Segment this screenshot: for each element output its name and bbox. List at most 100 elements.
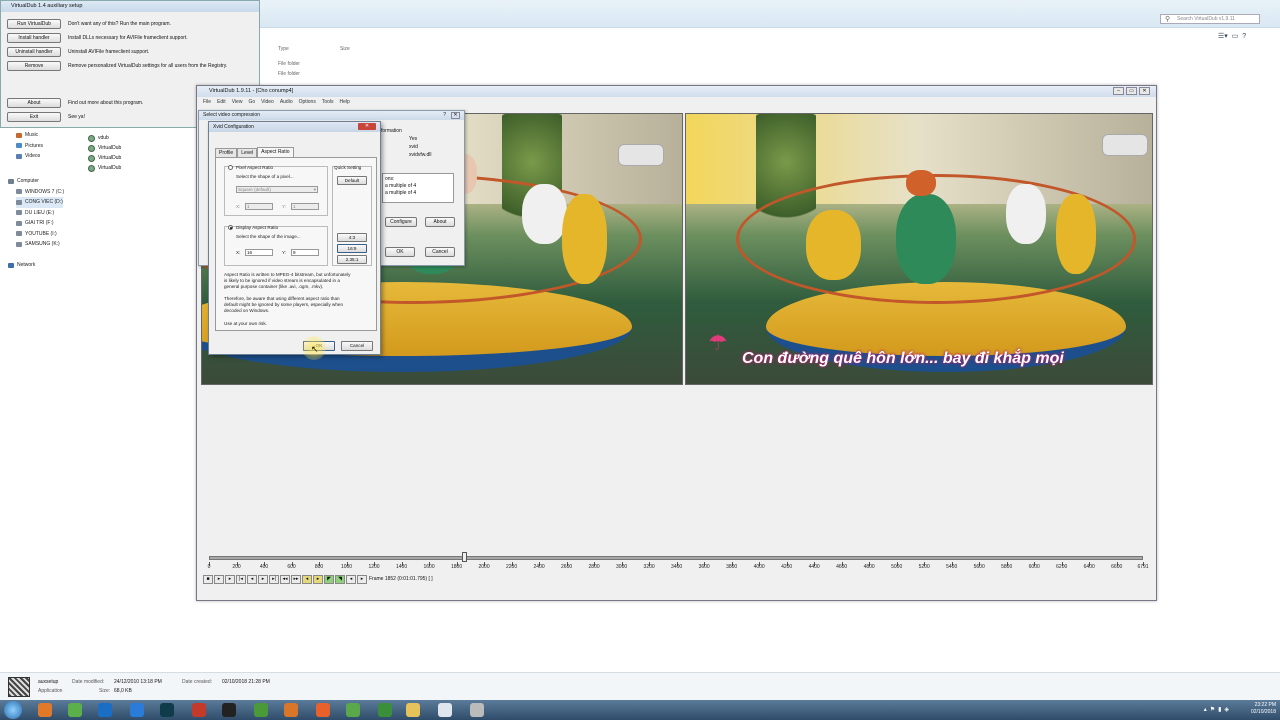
virtualdub-icon[interactable] <box>470 703 484 717</box>
next-key-icon[interactable]: ▸▸ <box>291 575 301 584</box>
view-options[interactable]: ☰▾ ▭ ? <box>1218 32 1278 42</box>
ar-4-3-button[interactable]: 4:3 <box>337 233 367 242</box>
aux-button[interactable]: About <box>7 97 61 108</box>
tab-profile[interactable]: Profile <box>215 148 238 157</box>
end-icon[interactable]: ▸| <box>269 575 279 584</box>
media-icon[interactable] <box>192 703 206 717</box>
play-input-icon[interactable]: ▸ <box>214 575 224 584</box>
help-icon[interactable]: ? <box>443 112 446 118</box>
ar-16-9-button[interactable]: 16:9 <box>337 244 367 253</box>
nav-item[interactable]: Music <box>16 130 38 141</box>
column-size-header[interactable]: Size <box>340 46 350 52</box>
nav-item[interactable]: Videos <box>16 151 40 162</box>
scene-forward-icon[interactable]: ▸ <box>313 575 323 584</box>
xvid-cancel-button[interactable]: Cancel <box>341 341 373 351</box>
nav-item-icon <box>8 262 14 268</box>
folder-icon[interactable] <box>406 703 420 717</box>
prev-key-icon[interactable]: ◂◂ <box>280 575 290 584</box>
menu-item[interactable]: Audio <box>280 99 293 105</box>
menu-item[interactable]: View <box>232 99 243 105</box>
display-ar-radio[interactable] <box>228 225 233 230</box>
nav-item[interactable]: Network <box>8 260 35 271</box>
explorer-search-input[interactable]: ⚲ Search VirtualDub v1.9.11 <box>1160 14 1260 24</box>
nav-item[interactable]: Pictures <box>16 141 43 152</box>
view-menu-icon[interactable]: ☰▾ <box>1218 33 1228 40</box>
list-item[interactable]: VirtualDub <box>88 153 121 163</box>
menu-item[interactable]: Tools <box>322 99 334 105</box>
camtasia-icon[interactable] <box>254 703 268 717</box>
start-icon[interactable]: |◂ <box>236 575 246 584</box>
svc-cancel-button[interactable]: Cancel <box>425 247 455 257</box>
maximize-button[interactable]: ▭ <box>1126 87 1137 95</box>
mark-in-icon[interactable]: ◤ <box>324 575 334 584</box>
pixel-shape-select[interactable]: Square (default) ▾ <box>236 186 318 193</box>
close-button[interactable]: ✕ <box>1139 87 1150 95</box>
scene-back-icon[interactable]: ◂ <box>302 575 312 584</box>
audition-icon[interactable] <box>160 703 174 717</box>
tool-icon[interactable] <box>284 703 298 717</box>
menu-item[interactable]: Options <box>299 99 316 105</box>
default-button[interactable]: Default <box>337 176 367 185</box>
mark-out-icon[interactable]: ◥ <box>335 575 345 584</box>
menu-item[interactable]: Edit <box>217 99 226 105</box>
clock[interactable]: 23:22 PM 02/10/2018 <box>1251 702 1276 716</box>
nudge-left-icon[interactable]: ◂ <box>346 575 356 584</box>
tab-aspect-ratio[interactable]: Aspect Ratio <box>257 147 294 157</box>
help-icon[interactable]: ? <box>1242 33 1246 40</box>
evernote-icon[interactable] <box>346 703 360 717</box>
preview-pane-icon[interactable]: ▭ <box>1232 33 1239 40</box>
next-frame-icon[interactable]: ▸ <box>258 575 268 584</box>
column-type-header[interactable]: Type <box>278 46 289 52</box>
configure-button[interactable]: Configure <box>385 217 417 227</box>
window-icon[interactable] <box>438 703 452 717</box>
utorrent-icon[interactable] <box>68 703 82 717</box>
minimize-button[interactable]: – <box>1113 87 1124 95</box>
nav-item[interactable]: GIAI TRI (F:) <box>16 218 54 229</box>
aux-button[interactable]: Run VirtualDub <box>7 18 61 29</box>
ar-2-35-1-button[interactable]: 2.35:1 <box>337 255 367 264</box>
aux-button[interactable]: Remove <box>7 60 61 71</box>
teamviewer-icon[interactable] <box>98 703 112 717</box>
nav-item[interactable]: WINDOWS 7 (C:) <box>16 187 64 198</box>
list-item[interactable]: VirtualDub <box>88 143 121 153</box>
nav-item[interactable]: DU LIEU (E:) <box>16 208 54 219</box>
aux-button[interactable]: Exit <box>7 111 61 122</box>
file-name: VirtualDub <box>98 165 122 171</box>
record-icon[interactable] <box>222 703 236 717</box>
paint-icon[interactable] <box>38 703 52 717</box>
tray-icons[interactable]: ▴⚑▮◈ <box>1204 706 1232 713</box>
pixel-ar-radio[interactable] <box>228 165 233 170</box>
timeline-track[interactable] <box>209 556 1143 560</box>
list-item[interactable]: VirtualDub <box>88 163 121 173</box>
svc-close-button[interactable]: ✕ <box>451 112 460 119</box>
stop-icon[interactable]: ■ <box>203 575 213 584</box>
about-button[interactable]: About <box>425 217 455 227</box>
aux-button[interactable]: Install handler <box>7 32 61 43</box>
play-output-icon[interactable]: ▸ <box>225 575 235 584</box>
svc-ok-button[interactable]: OK <box>385 247 415 257</box>
nav-item[interactable]: Computer <box>8 176 39 187</box>
pixel-y-input[interactable]: 1 <box>291 203 319 210</box>
details-size-label: Size: <box>99 688 111 694</box>
app-blue-icon[interactable] <box>130 703 144 717</box>
tab-level[interactable]: Level <box>237 148 258 157</box>
list-item[interactable]: vdub <box>88 133 121 143</box>
nav-item[interactable]: CONG VIEC (D:) <box>16 197 63 208</box>
display-y-input[interactable]: 9 <box>291 249 319 256</box>
pixel-x-input[interactable]: 1 <box>245 203 273 210</box>
menu-item[interactable]: Go <box>248 99 255 105</box>
display-x-input[interactable]: 16 <box>245 249 273 256</box>
nav-item[interactable]: SAMSUNG (K:) <box>16 239 60 250</box>
timeline-thumb[interactable] <box>461 552 467 562</box>
xvid-close-button[interactable]: ✕ <box>358 123 376 130</box>
menu-item[interactable]: Help <box>340 99 350 105</box>
nudge-right-icon[interactable]: ▸ <box>357 575 367 584</box>
aux-button[interactable]: Uninstall handler <box>7 46 61 57</box>
start-button[interactable] <box>4 701 22 719</box>
firefox-icon[interactable] <box>316 703 330 717</box>
menu-item[interactable]: Video <box>261 99 274 105</box>
chrome-icon[interactable] <box>378 703 392 717</box>
menu-item[interactable]: File <box>203 99 211 105</box>
nav-item[interactable]: YOUTUBE (I:) <box>16 229 57 240</box>
prev-frame-icon[interactable]: ◂ <box>247 575 257 584</box>
